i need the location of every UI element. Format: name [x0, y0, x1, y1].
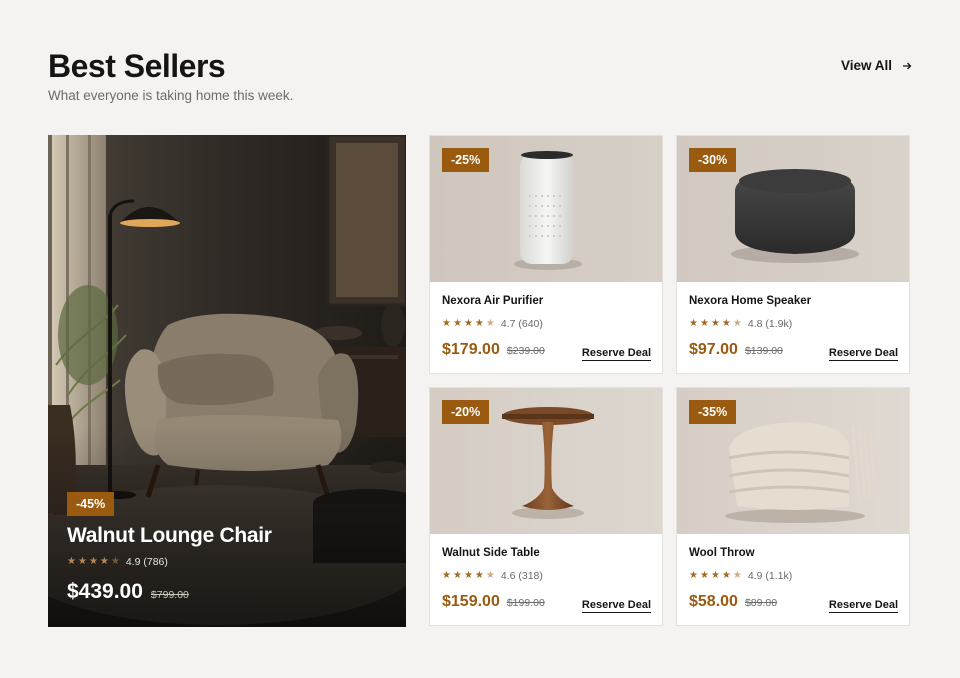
reserve-deal-button[interactable]: Reserve Deal — [581, 599, 651, 613]
review-count: (1.9k) — [765, 318, 793, 330]
star-rating: ★ ★ ★ ★ ★ — [442, 571, 495, 581]
section-header: Best Sellers What everyone is taking hom… — [48, 46, 912, 116]
star-icon: ★ — [452, 570, 462, 581]
product-price: $159.00 $199.00 — [442, 593, 545, 611]
original-price: $199.00 — [506, 597, 545, 609]
star-icon: ★ — [463, 318, 473, 329]
arrow-right-icon — [903, 62, 912, 69]
review-count: (786) — [143, 556, 168, 568]
star-icon: ★ — [110, 556, 120, 567]
view-all-label: View All — [840, 58, 892, 73]
product-price: $58.00 $89.00 — [689, 593, 777, 611]
star-icon: ★ — [710, 570, 720, 581]
discount-badge: -25% — [442, 148, 490, 172]
product-price: $179.00 $239.00 — [442, 341, 545, 359]
product-card[interactable]: -20% Walnut Side Table ★ ★ ★ ★ ★ 4.6 (318) $… — [429, 387, 663, 626]
star-icon: ★ — [485, 318, 495, 329]
star-icon: ★ — [710, 318, 720, 329]
star-rating: ★ ★ ★ ★ ★ — [689, 319, 742, 329]
star-icon: ★ — [442, 318, 451, 329]
star-icon: ★ — [474, 318, 484, 329]
featured-product-name[interactable]: Walnut Lounge Chair — [67, 524, 272, 548]
current-price: $179.00 — [442, 341, 500, 358]
original-price: $139.00 — [744, 345, 783, 357]
current-price: $97.00 — [689, 341, 738, 358]
product-card[interactable]: -30% Nexora Home Speaker ★ ★ ★ ★ ★ 4.8 (1.9k… — [676, 135, 910, 374]
product-name[interactable]: Nexora Air Purifier — [442, 295, 543, 307]
page-title: Best Sellers — [48, 48, 226, 84]
star-rating: ★ ★ ★ ★ ★ — [689, 571, 742, 581]
product-rating: ★ ★ ★ ★ ★ 4.7 (640) — [442, 318, 543, 330]
product-name[interactable]: Walnut Side Table — [442, 547, 540, 559]
star-icon: ★ — [721, 570, 731, 581]
star-icon: ★ — [689, 570, 698, 581]
discount-badge: -35% — [689, 400, 737, 424]
original-price: $89.00 — [744, 597, 778, 609]
reserve-deal-button[interactable]: Reserve Deal — [828, 599, 898, 613]
rating-value: 4.8 — [747, 318, 763, 330]
star-icon: ★ — [99, 556, 109, 567]
product-card[interactable]: -35% Wool Throw ★ ★ ★ ★ ★ 4.9 (1.1k) $58.00 … — [676, 387, 910, 626]
star-icon: ★ — [732, 570, 742, 581]
star-icon: ★ — [474, 570, 484, 581]
star-icon: ★ — [67, 556, 76, 567]
rating-value: 4.7 — [500, 318, 516, 330]
reserve-deal-button[interactable]: Reserve Deal — [828, 347, 898, 361]
review-count: (640) — [518, 318, 543, 330]
star-rating: ★ ★ ★ ★ ★ — [442, 319, 495, 329]
rating-value: 4.9 — [125, 556, 141, 568]
discount-badge: -45% — [67, 492, 115, 516]
product-rating: ★ ★ ★ ★ ★ 4.8 (1.9k) — [689, 318, 792, 330]
reserve-deal-button[interactable]: Reserve Deal — [581, 347, 651, 361]
review-count: (1.1k) — [765, 570, 793, 582]
star-icon: ★ — [699, 570, 709, 581]
star-icon: ★ — [699, 318, 709, 329]
product-rating: ★ ★ ★ ★ ★ 4.6 (318) — [442, 570, 543, 582]
featured-rating: ★ ★ ★ ★ ★ 4.9 (786) — [67, 556, 168, 568]
star-icon: ★ — [463, 570, 473, 581]
featured-price: $439.00 $799.00 — [67, 580, 189, 604]
view-all-link[interactable]: View All — [841, 58, 912, 73]
review-count: (318) — [518, 570, 543, 582]
star-icon: ★ — [732, 318, 742, 329]
discount-badge: -20% — [442, 400, 490, 424]
discount-badge: -30% — [689, 148, 737, 172]
star-rating: ★ ★ ★ ★ ★ — [67, 557, 120, 567]
star-icon: ★ — [721, 318, 731, 329]
product-name[interactable]: Nexora Home Speaker — [689, 295, 811, 307]
product-name[interactable]: Wool Throw — [689, 547, 755, 559]
rating-value: 4.6 — [500, 570, 516, 582]
product-card[interactable]: -25% Nexora Air Purifier ★ ★ ★ ★ ★ 4.7 (640)… — [429, 135, 663, 374]
product-price: $97.00 $139.00 — [689, 341, 783, 359]
original-price: $239.00 — [506, 345, 545, 357]
product-rating: ★ ★ ★ ★ ★ 4.9 (1.1k) — [689, 570, 792, 582]
featured-product-card[interactable]: -45% Walnut Lounge Chair ★ ★ ★ ★ ★ 4.9 (786)… — [48, 135, 406, 627]
original-price: $799.00 — [150, 589, 189, 601]
star-icon: ★ — [442, 570, 451, 581]
star-icon: ★ — [689, 318, 698, 329]
page-subtitle: What everyone is taking home this week. — [48, 88, 294, 103]
rating-value: 4.9 — [747, 570, 763, 582]
star-icon: ★ — [452, 318, 462, 329]
star-icon: ★ — [485, 570, 495, 581]
current-price: $439.00 — [67, 580, 143, 603]
star-icon: ★ — [88, 556, 98, 567]
current-price: $159.00 — [442, 593, 500, 610]
star-icon: ★ — [77, 556, 87, 567]
current-price: $58.00 — [689, 593, 738, 610]
